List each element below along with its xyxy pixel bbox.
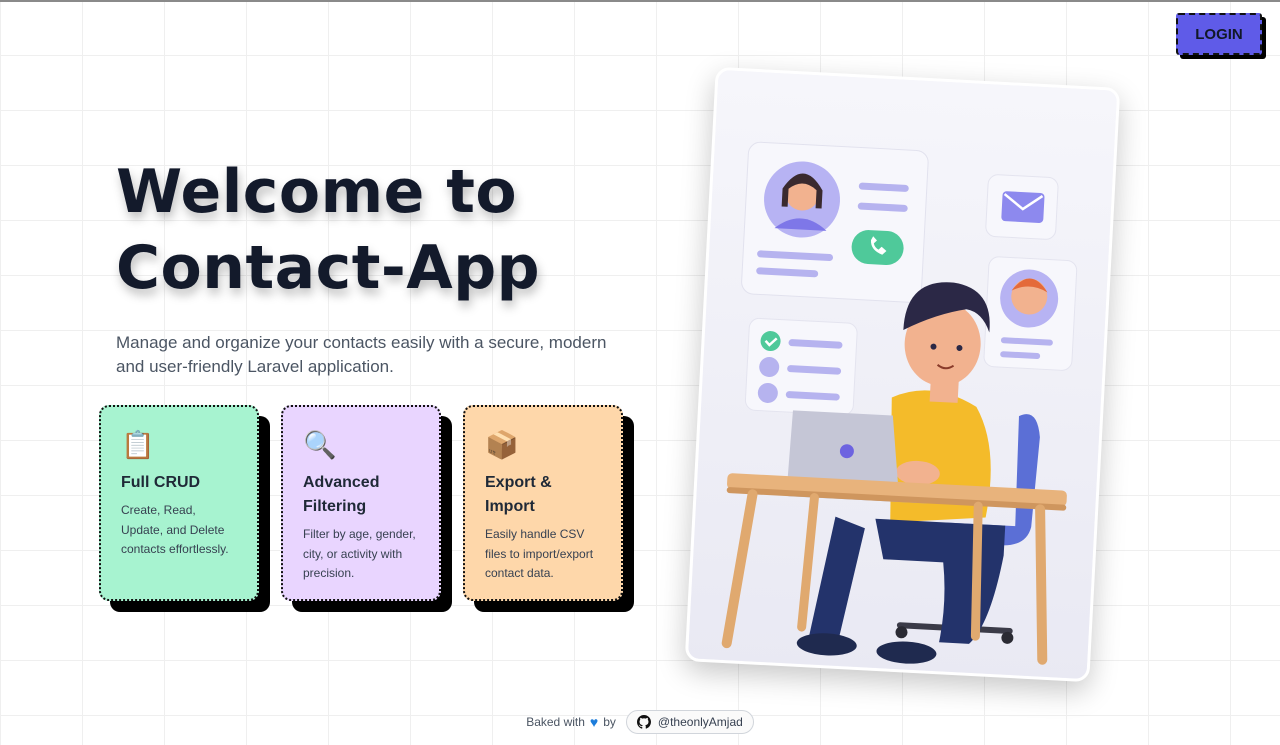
feature-title: Advanced Filtering bbox=[303, 474, 380, 515]
github-profile-link[interactable]: @theonlyAmjad bbox=[625, 710, 754, 734]
hero-subtitle: Manage and organize your contacts easily… bbox=[116, 333, 607, 376]
feature-card-crud: 📋 Full CRUD Create, Read, Update, and De… bbox=[99, 405, 259, 601]
clipboard-icon: 📋 bbox=[121, 430, 155, 460]
feature-description: Easily handle CSV files to import/export… bbox=[485, 527, 594, 580]
page-title: Welcome to Contact-App bbox=[116, 154, 676, 306]
page-title-line1: Welcome to bbox=[116, 157, 518, 227]
feature-card-export-import: 📦 Export & Import Easily handle CSV file… bbox=[463, 405, 623, 601]
feature-card-filtering: 🔍 Advanced Filtering Filter by age, gend… bbox=[281, 405, 441, 601]
person-at-laptop-illustration bbox=[687, 69, 1121, 683]
contact-card-icon bbox=[741, 141, 929, 303]
feature-title: Export & Import bbox=[485, 474, 552, 515]
contact-card-icon bbox=[983, 256, 1078, 371]
feature-description: Create, Read, Update, and Delete contact… bbox=[121, 503, 229, 556]
feature-title: Full CRUD bbox=[121, 474, 201, 491]
feature-description: Filter by age, gender, city, or activity… bbox=[303, 527, 416, 580]
magnifier-icon: 🔍 bbox=[303, 430, 337, 460]
footer: Baked with ♥ by @theonlyAmjad bbox=[0, 710, 1280, 734]
blue-heart-icon: ♥ bbox=[589, 714, 599, 730]
github-icon bbox=[636, 715, 651, 729]
mail-icon bbox=[985, 174, 1059, 240]
github-handle: @theonlyAmjad bbox=[657, 715, 743, 729]
hero-illustration bbox=[684, 66, 1121, 683]
footer-baked-with: Baked with bbox=[526, 715, 585, 729]
checklist-icon bbox=[744, 317, 858, 416]
package-icon: 📦 bbox=[485, 430, 519, 460]
footer-by: by bbox=[603, 715, 616, 729]
page-title-line2: Contact-App bbox=[116, 233, 541, 303]
login-button[interactable]: LOGIN bbox=[1176, 13, 1262, 55]
